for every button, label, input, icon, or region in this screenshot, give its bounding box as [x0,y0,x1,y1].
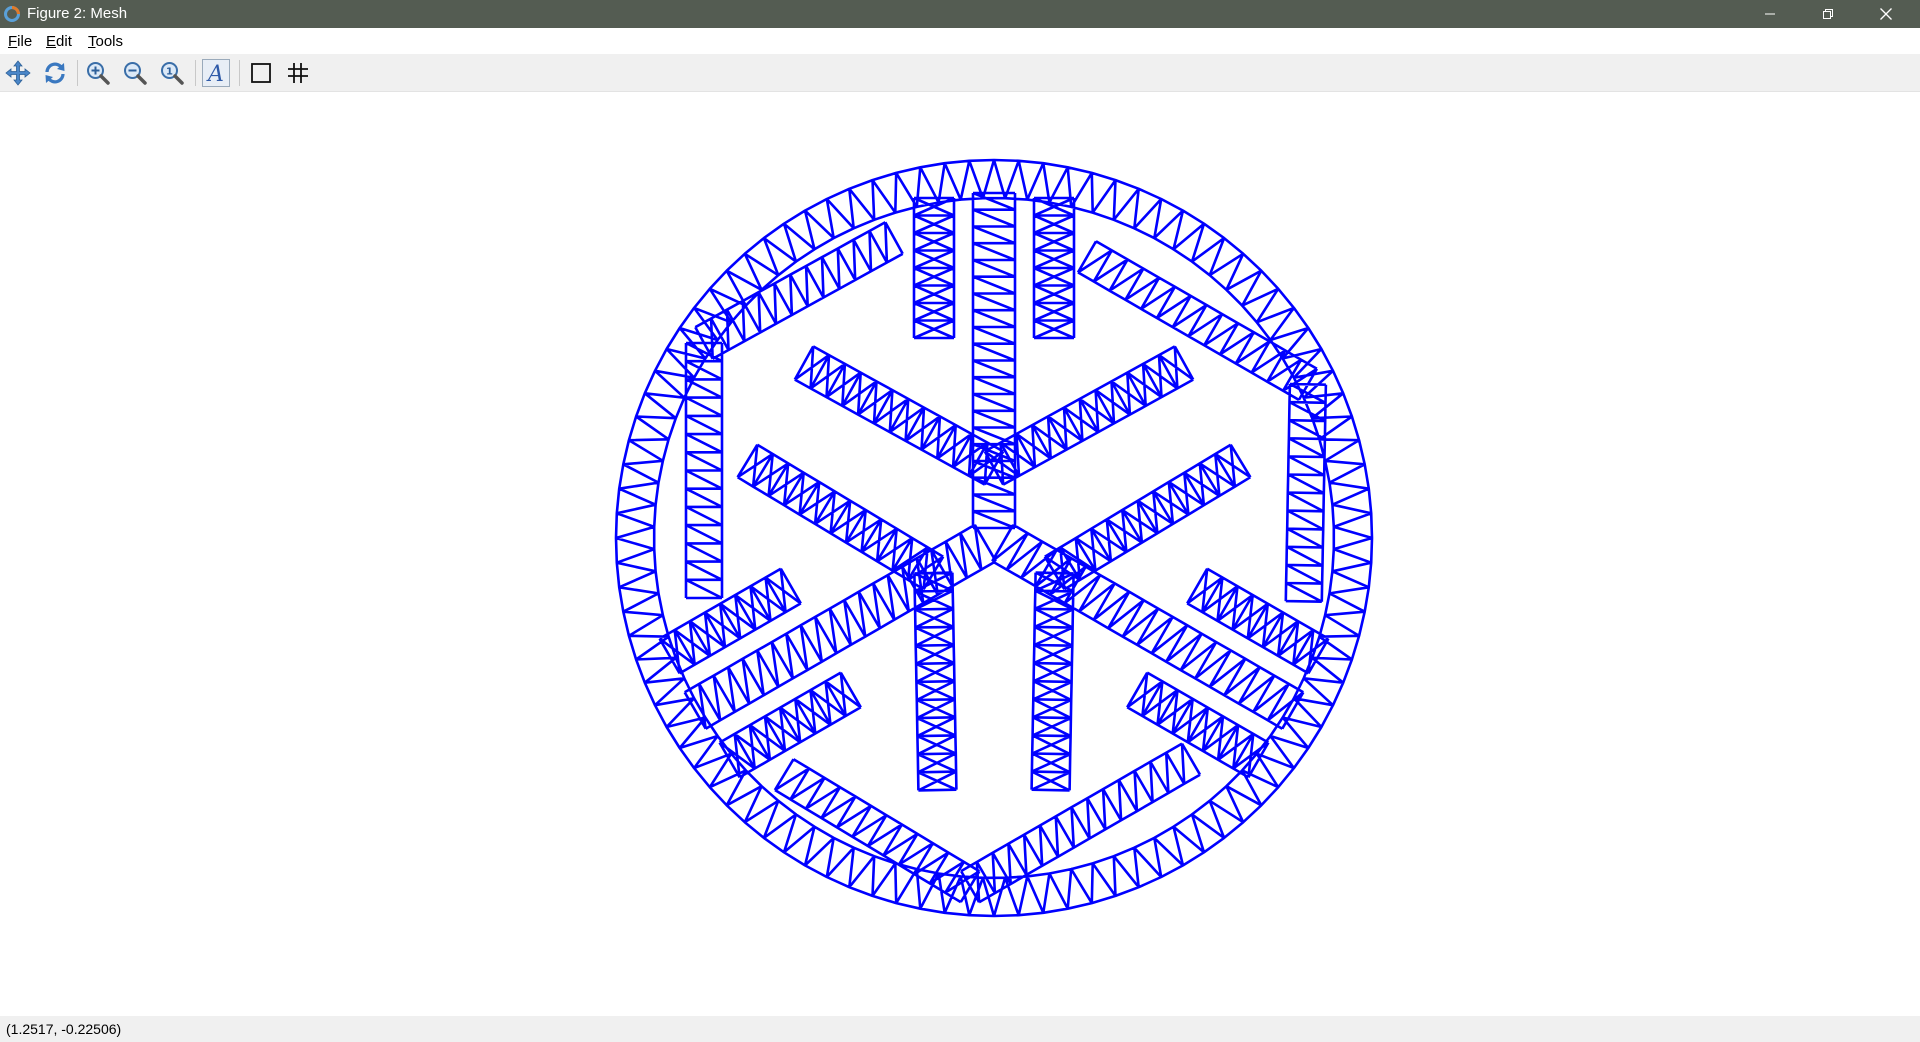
octave-app-icon [3,5,21,23]
menu-file-label: ile [17,33,33,50]
svg-text:1: 1 [166,67,173,78]
menu-file[interactable]: File [8,33,32,51]
menu-tools[interactable]: Tools [88,33,123,51]
axes-box-icon [251,63,271,83]
toolbar-separator [239,60,240,86]
zoom-in-button[interactable] [83,58,113,88]
close-button[interactable] [1857,0,1915,28]
restore-button[interactable] [1799,0,1857,28]
mesh-edges [614,158,1374,918]
pan-icon [5,60,31,86]
grid-icon [288,63,308,83]
zoom-reset-button[interactable]: 1 [157,58,187,88]
title-bar[interactable]: Figure 2: Mesh [0,0,1920,28]
toolbar-separator [195,60,196,86]
restore-icon [1823,9,1833,19]
mesh-plot [614,158,1374,918]
cursor-coordinates: (1.2517, -0.22506) [6,1021,122,1037]
menu-edit[interactable]: Edit [46,33,72,51]
close-icon [1880,8,1892,20]
figure-toolbar: 1 A [0,54,1920,92]
rotate-button[interactable] [40,58,70,88]
menu-edit-label: dit [56,33,72,50]
insert-text-button[interactable]: A [201,58,231,88]
menu-bar: File Edit Tools [0,28,1920,54]
zoom-out-button[interactable] [120,58,150,88]
menu-tools-mnemonic: T [88,33,96,50]
text-icon: A [202,59,230,87]
axes-box-button[interactable] [246,58,276,88]
rotate-icon [45,62,65,84]
toolbar-separator [77,60,78,86]
grid-button[interactable] [283,58,313,88]
window-title: Figure 2: Mesh [27,5,128,22]
pan-button[interactable] [3,58,33,88]
minimize-button[interactable] [1741,0,1799,28]
status-bar: (1.2517, -0.22506) [0,1016,1920,1042]
minimize-icon [1765,13,1775,15]
menu-edit-mnemonic: E [46,33,57,50]
menu-tools-label: ools [95,33,124,50]
svg-text:A: A [206,62,224,87]
menu-file-mnemonic: F [8,33,18,50]
figure-window: Figure 2: Mesh File Edit Tools 1 A (1.25… [0,0,1920,1042]
zoom-reset-icon: 1 [161,62,184,85]
zoom-out-icon [124,62,147,85]
zoom-in-icon [87,62,110,85]
plot-canvas[interactable] [0,92,1920,1016]
